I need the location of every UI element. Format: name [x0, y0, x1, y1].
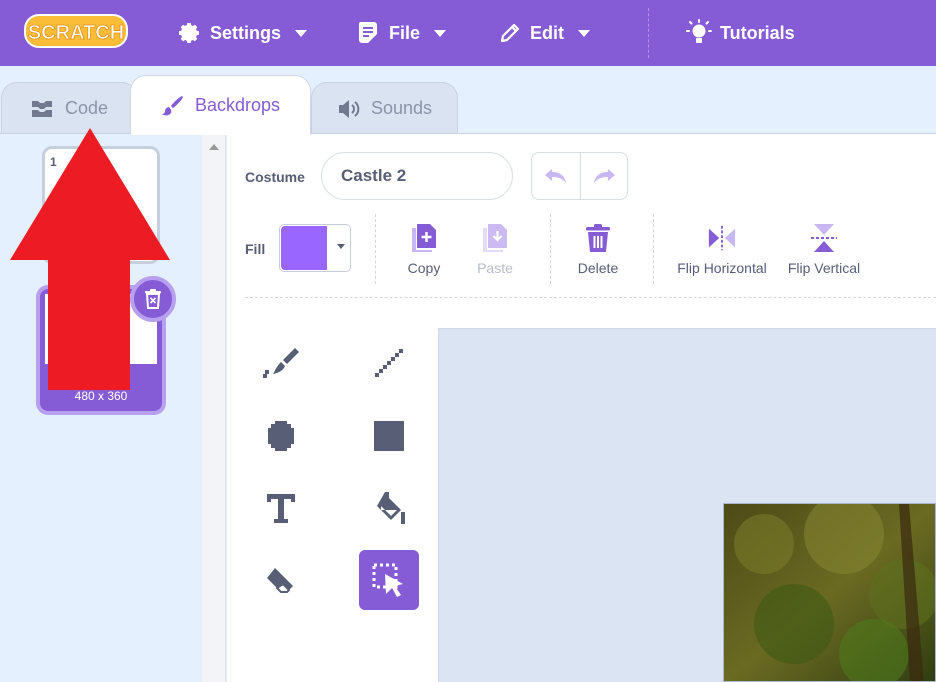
brush-icon [263, 348, 299, 378]
eraser-tool[interactable] [251, 550, 311, 610]
select-tool[interactable] [359, 550, 419, 610]
tab-code-label: Code [64, 98, 109, 118]
toolbar-divider [550, 214, 551, 284]
chevron-down-icon [295, 29, 308, 37]
chevron-down-icon [337, 244, 345, 249]
fill-color-swatch [281, 226, 327, 270]
select-icon [372, 563, 403, 597]
svg-text:SCRATCH: SCRATCH [28, 22, 124, 44]
undo-button[interactable] [532, 153, 580, 199]
tutorials-label: Tutorials [720, 22, 795, 43]
file-label: File [389, 22, 421, 43]
fill-tool[interactable] [359, 478, 419, 538]
rectangle-icon [374, 421, 404, 451]
text-tool[interactable] [251, 478, 311, 538]
copy-label: Copy [407, 260, 441, 276]
fill-label: Fill [245, 241, 266, 257]
tab-sounds[interactable]: Sounds [311, 82, 458, 134]
costume-list-scrollbar[interactable] [202, 134, 226, 682]
code-blocks-icon [31, 100, 52, 117]
delete-button[interactable]: Delete [575, 222, 621, 276]
flip-vertical-button[interactable]: Flip Vertical [783, 222, 865, 276]
toolbar-divider [653, 214, 654, 284]
file-menu[interactable]: File [357, 0, 447, 66]
backdrop-image [723, 503, 936, 682]
costume-name-input[interactable]: Castle 2 [321, 152, 513, 200]
chevron-down-icon [578, 29, 590, 37]
gear-icon [179, 23, 199, 43]
tutorials-button[interactable]: Tutorials [686, 0, 795, 66]
copy-button[interactable]: Copy [405, 222, 443, 276]
line-icon [375, 349, 403, 377]
scroll-up-icon[interactable] [209, 144, 219, 150]
paste-button[interactable]: Paste [475, 222, 515, 276]
copy-icon [412, 224, 436, 252]
circle-tool[interactable] [251, 406, 311, 466]
file-icon [358, 22, 377, 43]
forest-image [724, 504, 935, 681]
redo-icon [593, 169, 615, 183]
delete-label: Delete [577, 260, 619, 276]
fill-bucket-icon [377, 492, 405, 524]
circle-icon [268, 421, 294, 451]
chevron-down-icon [434, 29, 447, 37]
scratch-logo[interactable]: SCRATCH [24, 12, 128, 50]
edit-label: Edit [530, 22, 564, 43]
undo-redo-group [531, 152, 628, 200]
undo-icon [544, 169, 566, 183]
settings-label: Settings [210, 22, 282, 43]
trash-icon [586, 224, 610, 252]
toolbar-bottom-divider [245, 297, 936, 298]
paintbrush-icon [161, 95, 183, 115]
fill-color-picker[interactable] [279, 224, 351, 272]
flip-vertical-label: Flip Vertical [787, 260, 861, 276]
tab-backdrops-label: Backdrops [194, 95, 281, 115]
pencil-icon [500, 23, 520, 43]
settings-menu[interactable]: Settings [178, 0, 308, 66]
line-tool[interactable] [359, 334, 419, 394]
flip-vertical-icon [811, 224, 837, 252]
costume-label: Costume [245, 169, 305, 185]
toolbar-divider [375, 214, 376, 284]
paste-label: Paste [477, 260, 513, 276]
paste-icon [483, 224, 507, 252]
tab-sounds-label: Sounds [370, 98, 433, 118]
menu-bar: SCRATCH Settings File Edit Tutorials [0, 0, 936, 66]
rectangle-tool[interactable] [359, 406, 419, 466]
costume-name-value: Castle 2 [341, 166, 407, 185]
flip-horizontal-button[interactable]: Flip Horizontal [672, 222, 772, 276]
editor-tabs: Code Backdrops Sounds [0, 66, 936, 135]
lightbulb-icon [686, 19, 712, 43]
edit-menu[interactable]: Edit [498, 0, 590, 66]
speaker-icon [338, 99, 360, 118]
text-icon [267, 494, 295, 523]
brush-tool[interactable] [251, 334, 311, 394]
flip-horizontal-label: Flip Horizontal [677, 260, 767, 276]
flip-horizontal-icon [708, 225, 736, 251]
red-up-arrow-icon [10, 128, 170, 390]
redo-button[interactable] [579, 153, 628, 199]
eraser-icon [267, 568, 293, 593]
menu-divider [648, 8, 649, 58]
